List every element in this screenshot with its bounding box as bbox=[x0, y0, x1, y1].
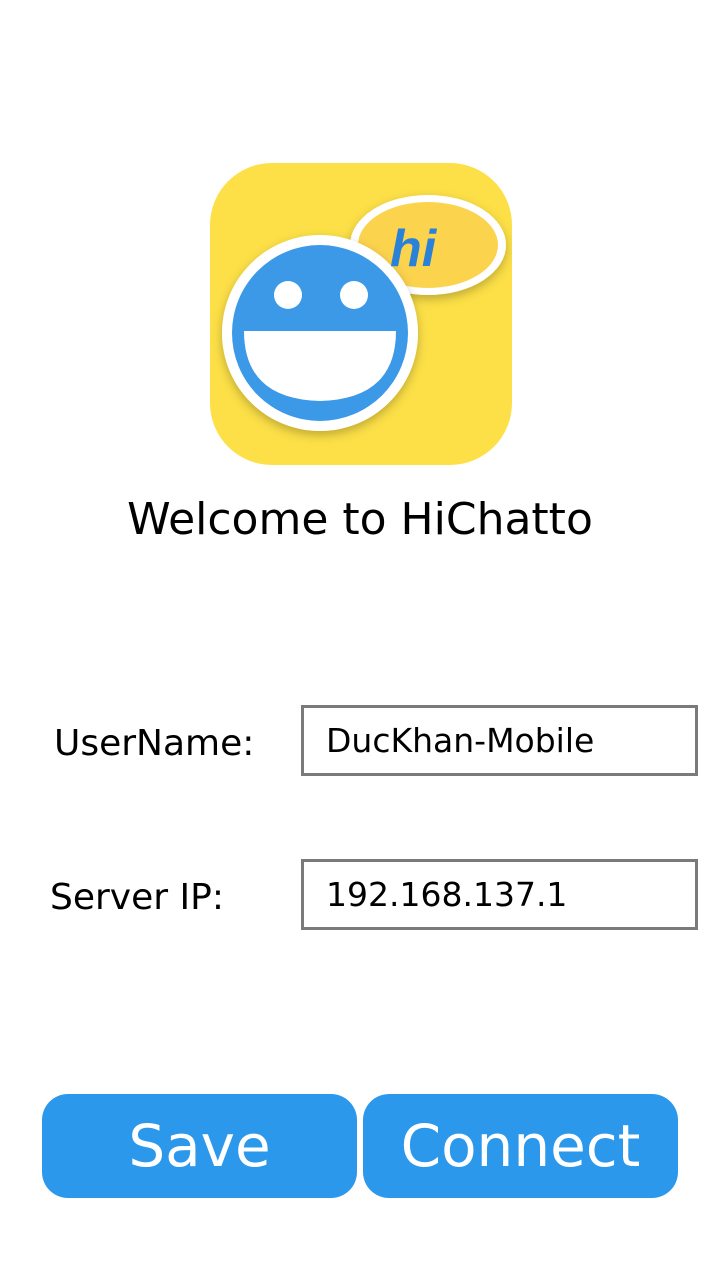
server-ip-input[interactable] bbox=[301, 859, 698, 930]
welcome-title: Welcome to HiChatto bbox=[127, 494, 593, 545]
server-ip-label: Server IP: bbox=[50, 877, 224, 918]
username-label: UserName: bbox=[54, 723, 255, 764]
save-button[interactable]: Save bbox=[42, 1094, 357, 1198]
logo-hi-text: hi bbox=[390, 220, 438, 278]
connect-button[interactable]: Connect bbox=[363, 1094, 678, 1198]
username-input[interactable] bbox=[301, 705, 698, 776]
login-screen: hi Welcome to HiChatto UserName: Server … bbox=[0, 0, 720, 1280]
hichatto-logo: hi bbox=[210, 163, 512, 465]
